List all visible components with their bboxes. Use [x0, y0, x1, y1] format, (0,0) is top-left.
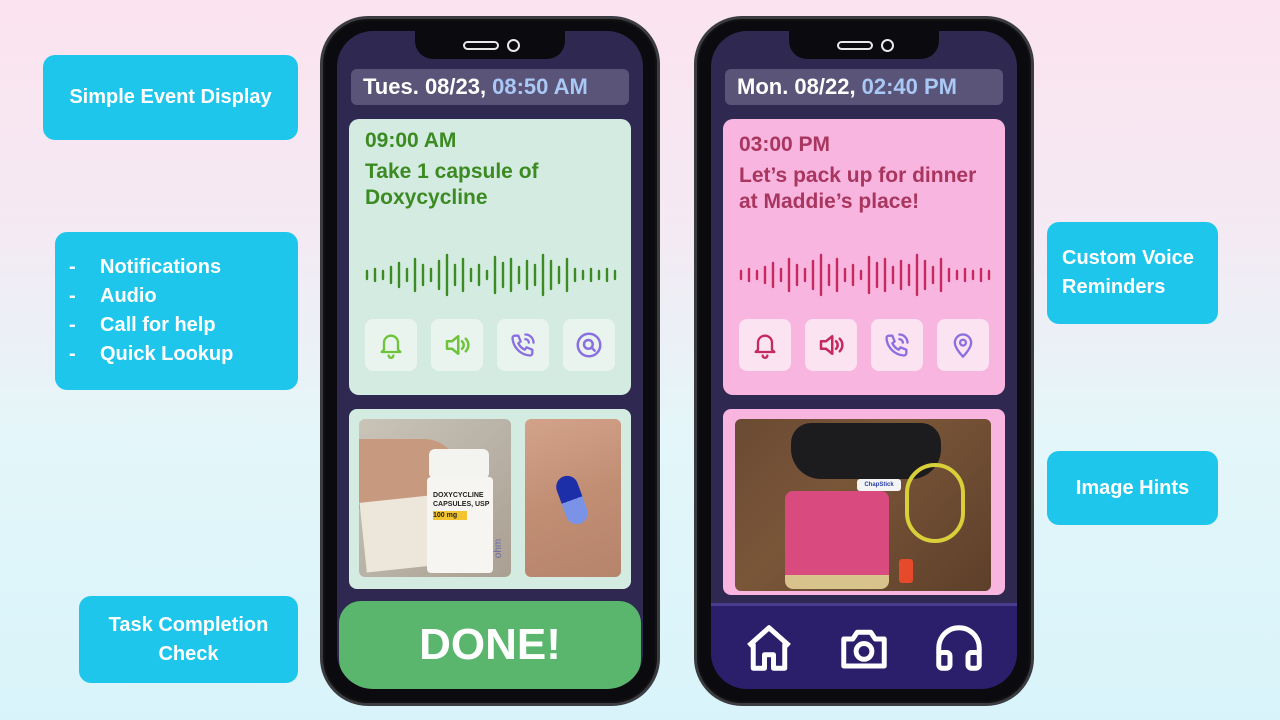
bottle-side-text: ohm [493, 538, 505, 559]
pink-pouch [785, 491, 889, 589]
callout-image-hints: Image Hints [1047, 451, 1218, 525]
event-card[interactable]: 03:00 PM Let’s pack up for dinner at Mad… [723, 119, 1005, 395]
bottle-label: DOXYCYCLINE CAPSULES, USP 100 mg [433, 492, 490, 520]
bell-button[interactable] [739, 319, 791, 371]
event-card[interactable]: 09:00 AM Take 1 capsule of Doxycycline [349, 119, 631, 395]
callout-simple-event-display: Simple Event Display [43, 55, 298, 140]
home-icon[interactable] [742, 621, 796, 675]
date-label: Tues. 08/23, [363, 74, 487, 99]
capsule-pill [553, 472, 591, 528]
location-pin-icon [953, 333, 973, 358]
speaker-icon [819, 335, 844, 355]
date-bar: Tues. 08/23, 08:50 AM [351, 69, 629, 105]
speaker-icon [445, 335, 470, 355]
image-hints-panel: ChapStick [723, 409, 1005, 595]
current-time: 08:50 AM [492, 74, 588, 99]
call-button[interactable] [497, 319, 549, 371]
date-bar: Mon. 08/22, 02:40 PM [725, 69, 1003, 105]
bell-icon [754, 334, 776, 359]
feature-item: - Notifications [69, 256, 222, 278]
headphones-icon[interactable] [932, 621, 986, 675]
done-label: DONE! [419, 620, 561, 669]
phone-right-screen: Mon. 08/22, 02:40 PM 03:00 PM Let’s pack… [711, 31, 1017, 689]
callout-features: - Notifications - Audio - Call for help - Qu… [55, 232, 298, 390]
notch [789, 31, 939, 59]
location-button[interactable] [937, 319, 989, 371]
audio-waveform[interactable] [739, 249, 991, 301]
keychain-tag [899, 559, 913, 583]
photo-packing-items[interactable]: ChapStick [735, 419, 991, 591]
event-time: 03:00 PM [739, 133, 831, 156]
audio-button[interactable] [431, 319, 483, 371]
callout-simple-event-label: Simple Event Display [69, 86, 272, 108]
photo-pill-bottle[interactable]: DOXYCYCLINE CAPSULES, USP 100 mg ohm [359, 419, 511, 577]
bell-button[interactable] [365, 319, 417, 371]
feature-list: - Notifications - Audio - Call for help - Qu… [69, 253, 233, 369]
date-label: Mon. 08/22, [737, 74, 856, 99]
bottle-body: DOXYCYCLINE CAPSULES, USP 100 mg [427, 477, 493, 573]
bottle-cap [429, 449, 489, 479]
image-hints-panel: DOXYCYCLINE CAPSULES, USP 100 mg ohm [349, 409, 631, 589]
notch [415, 31, 565, 59]
paper-label [359, 495, 437, 573]
callout-custom-voice: Custom Voice Reminders [1047, 222, 1218, 324]
phone-left-screen: Tues. 08/23, 08:50 AM 09:00 AM Take 1 ca… [337, 31, 643, 689]
action-icons [739, 319, 989, 371]
lookup-button[interactable] [563, 319, 615, 371]
phone-left: Tues. 08/23, 08:50 AM 09:00 AM Take 1 ca… [320, 16, 660, 706]
photo-capsule[interactable] [525, 419, 621, 577]
event-time: 09:00 AM [365, 129, 457, 152]
callout-task-completion: Task Completion Check [79, 596, 298, 683]
event-text: Take 1 capsule of Doxycycline [365, 160, 539, 209]
current-time: 02:40 PM [861, 74, 957, 99]
feature-item: - Audio [69, 285, 157, 307]
bell-icon [380, 334, 402, 359]
bottom-nav [711, 603, 1017, 689]
phone-call-icon [885, 333, 909, 357]
call-button[interactable] [871, 319, 923, 371]
action-icons [365, 319, 615, 371]
phone-call-icon [511, 333, 535, 357]
phone-right: Mon. 08/22, 02:40 PM 03:00 PM Let’s pack… [694, 16, 1034, 706]
chapstick: ChapStick [857, 479, 901, 491]
done-button[interactable]: DONE! [339, 601, 641, 689]
search-icon [576, 332, 602, 358]
camera-icon[interactable] [837, 621, 891, 675]
feature-item: - Quick Lookup [69, 343, 234, 365]
feature-item: - Call for help [69, 314, 216, 336]
event-text: Let’s pack up for dinner at Maddie’s pla… [739, 164, 977, 213]
lanyard [905, 463, 965, 543]
audio-button[interactable] [805, 319, 857, 371]
audio-waveform[interactable] [365, 249, 617, 301]
